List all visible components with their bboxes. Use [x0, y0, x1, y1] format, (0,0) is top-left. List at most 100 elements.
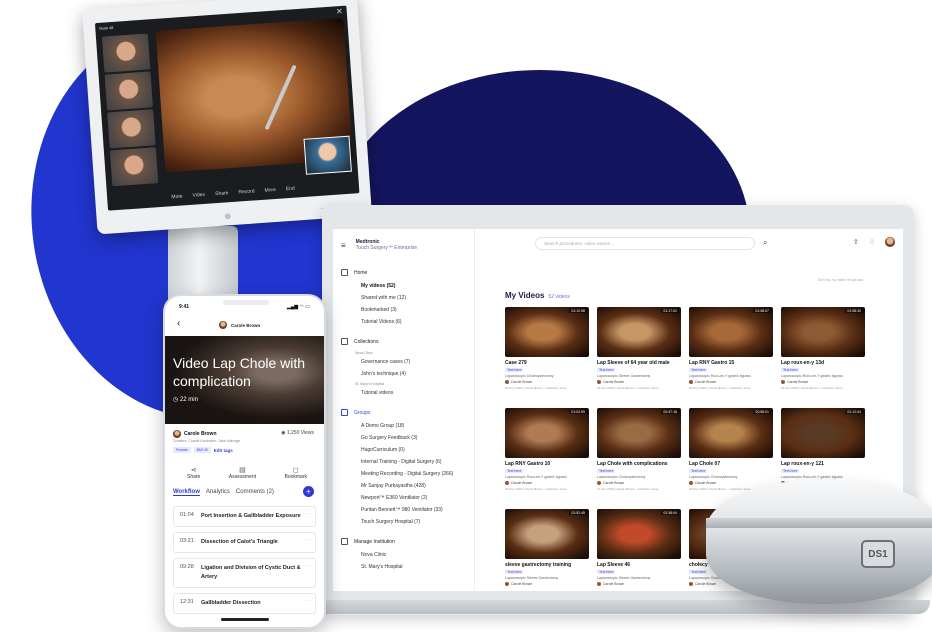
toolbar-mute[interactable]: Mute — [171, 193, 183, 200]
sidebar-item-shared[interactable]: Shared with me (12) — [341, 292, 468, 304]
sidebar-home[interactable]: Home — [341, 269, 468, 276]
sidebar-item-group[interactable]: Meeting Recording - Digital Surgery (266… — [341, 468, 468, 480]
more-icon[interactable]: ··· — [306, 537, 311, 543]
avatar — [505, 481, 509, 485]
share-icon: ⋖ — [190, 467, 197, 474]
home-indicator — [221, 618, 269, 621]
assessment-button[interactable]: ▤ Assessment — [229, 466, 256, 480]
more-icon[interactable]: ··· — [306, 511, 311, 517]
participant-tile — [101, 33, 151, 73]
video-card[interactable]: 02:52:45 sleeve gastrectomy training Text … — [505, 509, 589, 591]
sidebar-item-group[interactable]: HugoCurriculum (0) — [341, 444, 468, 456]
institution-icon — [341, 538, 348, 545]
device-band — [706, 518, 932, 528]
video-tag: Text here — [505, 570, 524, 574]
video-thumbnail[interactable]: 02:52:45 — [505, 509, 589, 559]
search-input[interactable]: Search procedures, video names... — [535, 237, 755, 250]
video-card[interactable]: 01:12:58 Case 279 Text here Laparoscopic Ch… — [505, 307, 589, 402]
list-item[interactable]: 01:04 Port Insertion & Gallbladder Exposu… — [173, 506, 316, 527]
list-item[interactable]: 12:31 Gallbladder Dissection ··· — [173, 593, 316, 614]
tab-analytics[interactable]: Analytics — [206, 489, 230, 496]
sidebar-item-group[interactable]: Internal Training - Digital Surgery (6) — [341, 456, 468, 468]
step-name: Port Insertion & Gallbladder Exposure — [201, 513, 301, 519]
more-icon[interactable]: ··· — [306, 598, 311, 604]
bell-icon[interactable]: ♢ — [869, 238, 875, 246]
add-button[interactable]: + — [303, 486, 314, 497]
more-icon[interactable]: ··· — [306, 563, 311, 569]
sidebar-manage-label: Manage Institution — [354, 538, 395, 545]
video-card[interactable]: 01:02:59 Lap RNY Gastro 10 Text here Laparo… — [505, 408, 589, 503]
back-chevron-icon[interactable]: ‹ — [177, 318, 180, 329]
video-card[interactable]: 00:47:18 Lap Chole with complications Text… — [597, 408, 681, 503]
page-title-text: My Videos — [505, 291, 545, 300]
video-tag: Text here — [781, 368, 800, 372]
workflow-list: 01:04 Port Insertion & Gallbladder Exposu… — [173, 506, 316, 619]
close-icon[interactable]: ✕ — [336, 7, 343, 16]
bookmark-button[interactable]: ◻ Bookmark — [284, 466, 307, 480]
video-thumbnail[interactable]: 01:08:30 — [781, 307, 865, 357]
video-thumbnail[interactable]: 00:58:01 — [689, 408, 773, 458]
tag[interactable]: BMI 40 — [193, 447, 211, 453]
video-thumbnail[interactable]: 01:08:07 — [689, 307, 773, 357]
toolbar-share[interactable]: Share — [215, 190, 229, 197]
tag[interactable]: Female — [173, 447, 191, 453]
sidebar-item-tutorial[interactable]: Tutorial Videos (6) — [341, 316, 468, 328]
video-thumbnail[interactable]: 01:12:04 — [781, 408, 865, 458]
video-thumbnail[interactable]: 00:47:18 — [597, 408, 681, 458]
toolbar-end[interactable]: End — [286, 186, 295, 193]
upload-icon[interactable]: ⇪ — [853, 238, 859, 246]
video-procedure: Laparoscopic Cholecystectomy — [505, 374, 554, 378]
menu-icon[interactable]: ≡ — [341, 241, 346, 250]
ds1-device: DS1 — [706, 480, 932, 604]
toolbar-record[interactable]: Record — [238, 188, 255, 195]
sidebar-item-group[interactable]: Touch Surgery Hospital (7) — [341, 516, 468, 528]
tab-comments[interactable]: Comments (2) — [236, 489, 274, 496]
avatar — [597, 582, 601, 586]
video-card[interactable]: 01:17:02 Lap Sleeve of 64 year old male Te… — [597, 307, 681, 402]
duration-text: 22 min — [179, 397, 198, 403]
search-icon[interactable]: ⌕ — [763, 238, 767, 248]
sidebar-item-st-marys[interactable]: St. Mary's Hospital — [341, 561, 468, 573]
toolbar-more[interactable]: More — [264, 187, 276, 194]
step-name: Dissection of Calot's Triangle — [201, 539, 278, 545]
sidebar-item-group[interactable]: A Demo Group (18) — [341, 420, 468, 432]
tab-workflow[interactable]: Workflow — [173, 489, 200, 496]
video-author: Carole Brown — [505, 380, 589, 384]
share-button[interactable]: ⋖ Share — [187, 466, 200, 480]
sort-dropdown[interactable]: Sort by: by date of upload — [817, 277, 863, 282]
sidebar-item-group[interactable]: Mr Sanjay Purkayastha (428) — [341, 480, 468, 492]
sidebar-item-nova[interactable]: Nova Clinic — [341, 549, 468, 561]
sidebar-item-tutorial-videos[interactable]: Tutorial videos — [341, 387, 468, 399]
video-player[interactable]: Video Lap Chole with complication ◷ 22 m… — [165, 336, 324, 424]
video-card[interactable]: 01:08:30 Lap roux-en-y 13d Text here Laparo… — [781, 307, 865, 402]
video-procedure: Laparoscopic Cholecystectomy — [597, 475, 646, 479]
sidebar-item-group[interactable]: Newport™ E360 Ventilator (2) — [341, 492, 468, 504]
video-card[interactable]: 02:38:04 Lap Sleeve 46 Text here Laparoscop… — [597, 509, 681, 591]
sidebar-collections[interactable]: Collections — [341, 338, 468, 345]
list-item[interactable]: 09:28 Ligation and Division of Cystic Duc… — [173, 558, 316, 588]
video-card[interactable]: 01:08:07 Lap RNY Gastro 15 Text here Laparo… — [689, 307, 773, 402]
sidebar-item-bookmarked[interactable]: Bookmarked (3) — [341, 304, 468, 316]
sidebar-item-my-videos[interactable]: My videos (52) — [341, 280, 468, 292]
edit-tags-link[interactable]: Edit tags — [214, 448, 233, 453]
sidebar-item-johns[interactable]: John's technique (4) — [341, 368, 468, 380]
sidebar-manage[interactable]: Manage Institution — [341, 538, 468, 545]
toolbar-video[interactable]: Video — [192, 192, 205, 199]
st-marys-caption: St. Mary's Hospital — [355, 382, 385, 386]
sidebar-item-group[interactable]: Puritan Bennett™ 980 Ventilator (33) — [341, 504, 468, 516]
sidebar-item-governance[interactable]: Governance cases (7) — [341, 356, 468, 368]
avatar — [505, 380, 509, 384]
nova-caption: Nova Clinic — [355, 351, 373, 355]
sidebar-item-group[interactable]: Go Surgery Feedback (3) — [341, 432, 468, 444]
video-thumbnail[interactable]: 02:38:04 — [597, 509, 681, 559]
video-thumbnail[interactable]: 01:12:58 — [505, 307, 589, 357]
video-thumbnail[interactable]: 01:17:02 — [597, 307, 681, 357]
author-name: Carole Brown — [511, 582, 533, 586]
video-tag: Text here — [689, 368, 708, 372]
avatar[interactable] — [885, 237, 895, 247]
clock-icon: ◷ — [173, 397, 180, 403]
sidebar-groups[interactable]: Groups — [341, 409, 468, 416]
video-meta: 22 Nov 2018 | Carole Brown · Institution… — [689, 386, 751, 390]
list-item[interactable]: 03:21 Dissection of Calot's Triangle ··· — [173, 532, 316, 553]
video-thumbnail[interactable]: 01:02:59 — [505, 408, 589, 458]
